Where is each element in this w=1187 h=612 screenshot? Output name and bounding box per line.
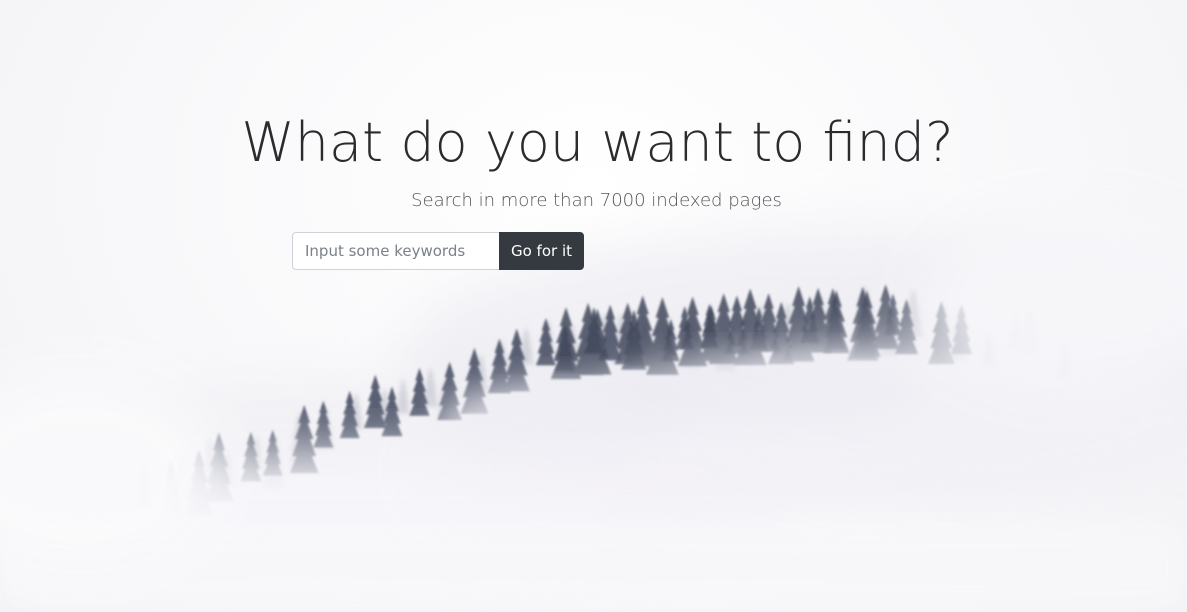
- search-input[interactable]: [292, 232, 499, 270]
- foggy-forest-image: [0, 210, 1187, 612]
- search-form: Go for it: [292, 232, 584, 270]
- search-button[interactable]: Go for it: [499, 232, 584, 270]
- hero: What do you want to find? Search in more…: [0, 108, 1187, 214]
- page: What do you want to find? Search in more…: [0, 0, 1187, 612]
- page-title: What do you want to find?: [241, 111, 954, 174]
- page-subtitle: Search in more than 7000 indexed pages: [411, 190, 782, 211]
